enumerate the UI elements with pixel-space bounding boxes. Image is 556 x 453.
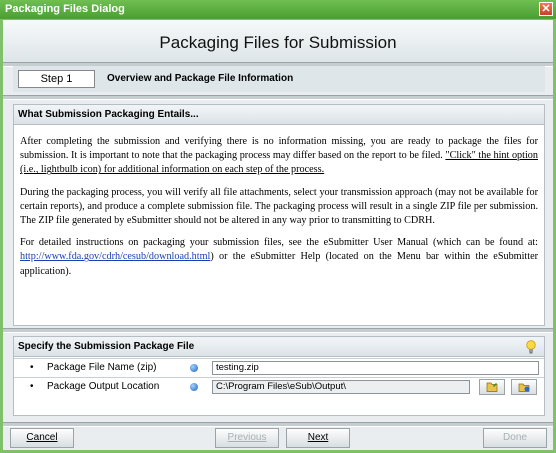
open-output-button[interactable] xyxy=(511,379,537,395)
cancel-button[interactable]: Cancel xyxy=(10,428,74,448)
bullet: • xyxy=(30,362,34,373)
overview-body: After completing the submission and veri… xyxy=(14,125,544,279)
title-bar: Packaging Files Dialog ✕ xyxy=(0,0,556,19)
file-name-row: • Package File Name (zip) testing.zip xyxy=(14,358,544,377)
bullet: • xyxy=(30,381,34,392)
overview-panel: What Submission Packaging Entails... Aft… xyxy=(13,104,545,326)
panel-divider xyxy=(3,328,553,333)
output-location-row: • Package Output Location C:\Program Fil… xyxy=(14,377,544,396)
package-heading-text: Specify the Submission Package File xyxy=(18,341,195,352)
output-location-field[interactable]: C:\Program Files\eSub\Output\ xyxy=(212,380,470,394)
dialog-content: Packaging Files for Submission Step 1 Ov… xyxy=(3,20,553,450)
download-link[interactable]: http://www.fda.gov/cdrh/cesub/download.h… xyxy=(20,251,210,262)
step-number: Step 1 xyxy=(18,70,95,88)
open-folder-icon xyxy=(518,383,530,392)
packaging-files-dialog: Packaging Files Dialog ✕ Packaging Files… xyxy=(0,0,556,453)
overview-paragraph-3: For detailed instructions on packaging y… xyxy=(20,236,538,279)
page-title: Packaging Files for Submission xyxy=(3,20,553,62)
overview-heading: What Submission Packaging Entails... xyxy=(14,105,544,125)
overview-paragraph-1: After completing the submission and veri… xyxy=(20,135,538,178)
required-indicator-icon xyxy=(190,383,198,391)
required-indicator-icon xyxy=(190,364,198,372)
package-panel: Specify the Submission Package File • Pa… xyxy=(13,336,545,416)
done-button[interactable]: Done xyxy=(483,428,547,448)
step-bar: Step 1 Overview and Package File Informa… xyxy=(13,66,545,92)
window-title: Packaging Files Dialog xyxy=(5,3,125,15)
output-location-label: Package Output Location xyxy=(47,381,160,392)
p3-text-before: For detailed instructions on packaging y… xyxy=(20,237,538,249)
overview-paragraph-2: During the packaging process, you will v… xyxy=(20,186,538,227)
package-heading: Specify the Submission Package File xyxy=(14,337,544,357)
step-title: Overview and Package File Information xyxy=(107,73,294,84)
folder-icon xyxy=(486,382,498,392)
browse-folder-button[interactable] xyxy=(479,379,505,395)
next-button[interactable]: Next xyxy=(286,428,350,448)
file-name-label: Package File Name (zip) xyxy=(47,362,157,373)
lightbulb-icon[interactable] xyxy=(526,340,536,354)
footer-divider xyxy=(3,422,553,427)
close-icon[interactable]: ✕ xyxy=(539,2,553,16)
file-name-input[interactable]: testing.zip xyxy=(212,361,539,375)
previous-button[interactable]: Previous xyxy=(215,428,279,448)
step-divider xyxy=(3,95,553,100)
